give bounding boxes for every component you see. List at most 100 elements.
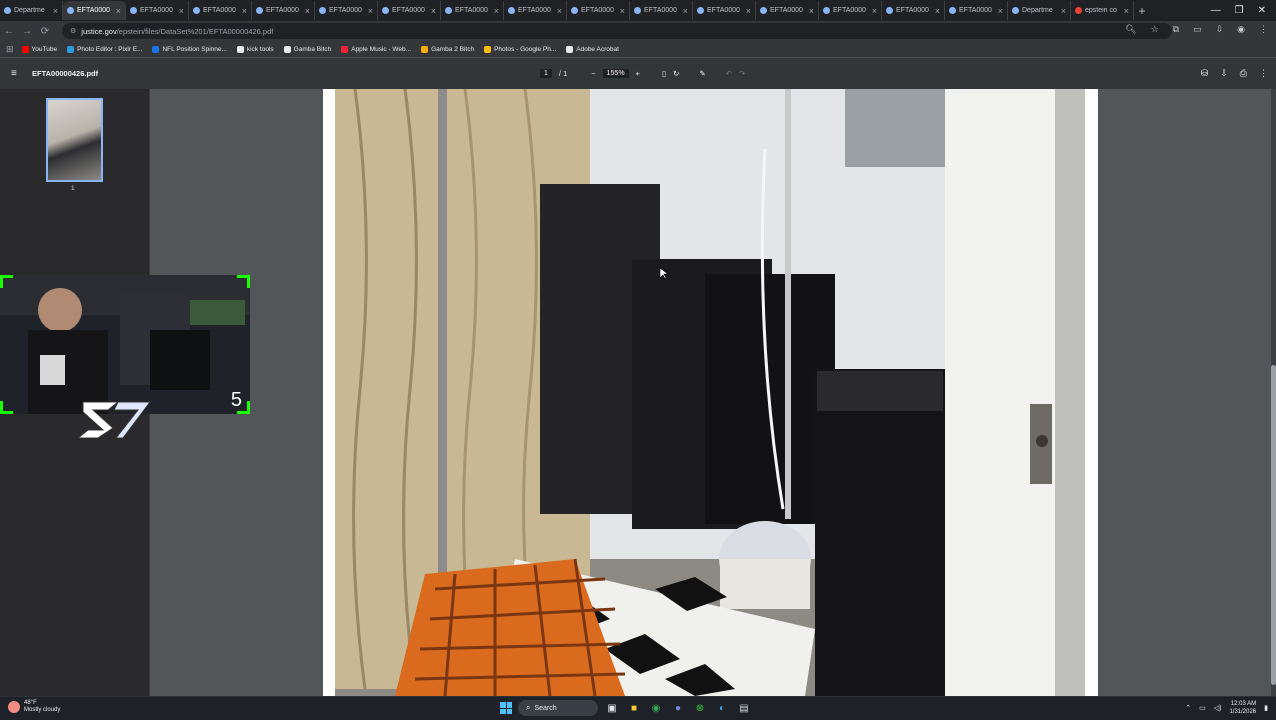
bookmark-item[interactable]: NFL Position Spinne... (152, 45, 227, 53)
tab-title: EFTA0000 (203, 7, 236, 14)
taskbar-search[interactable]: ⌕ Search (518, 700, 598, 716)
browser-tab[interactable]: EFTA0000 × (378, 1, 441, 20)
rotate-icon[interactable]: ↻ (673, 69, 679, 78)
tab-favicon-icon (823, 7, 830, 14)
browser-tab[interactable]: EFTA0000 × (126, 1, 189, 20)
more-menu-icon[interactable]: ⋮ (1259, 24, 1268, 35)
bookmark-item[interactable]: Gamba 2 Bitch (421, 45, 474, 53)
browser-tab[interactable]: EFTA0000 × (819, 1, 882, 20)
bookmark-item[interactable]: YouTube (21, 45, 57, 53)
apps-grid-icon[interactable]: ⊞ (6, 44, 14, 55)
edge-icon[interactable]: ◐ (714, 700, 730, 716)
discord-icon[interactable]: ● (670, 700, 686, 716)
tab-close-icon[interactable]: × (557, 6, 562, 16)
browser-tab[interactable]: EFTA0000 × (504, 1, 567, 20)
file-explorer-icon[interactable]: ■ (626, 700, 642, 716)
bookmark-item[interactable]: Photo Editor : Pixlr E... (67, 45, 142, 53)
browser-tab[interactable]: EFTA0000 × (252, 1, 315, 20)
reload-icon[interactable]: ⟳ (36, 26, 54, 37)
notepad-icon[interactable]: ▤ (736, 700, 752, 716)
weather-widget[interactable]: 48°F Mostly cloudy (8, 700, 60, 714)
zoom-out-icon[interactable]: − (591, 69, 595, 78)
page-number-input[interactable]: 1 (540, 69, 552, 78)
xbox-icon[interactable]: ⊗ (692, 700, 708, 716)
network-icon[interactable]: ▭ (1199, 704, 1206, 712)
browser-tab[interactable]: EFTA0000 × (315, 1, 378, 20)
maximize-button[interactable]: ❐ (1235, 5, 1244, 16)
clock[interactable]: 12:03 AM 1/31/2026 (1229, 700, 1256, 716)
tray-overflow-icon[interactable]: ⌃ (1185, 704, 1191, 712)
tab-close-icon[interactable]: × (1061, 6, 1066, 16)
address-bar[interactable]: ⚙ justice.gov/epstein/files/DataSet%201/… (62, 23, 1172, 39)
sidebar-menu-icon[interactable]: ≡ (11, 68, 17, 79)
browser-tab[interactable]: EFTA0000 × (945, 1, 1008, 20)
zoom-level-input[interactable]: 155% (602, 69, 629, 78)
bookmark-item[interactable]: Photos - Google Ph... (484, 45, 556, 53)
tab-close-icon[interactable]: × (53, 6, 58, 16)
browser-tab[interactable]: EFTA0000 × (630, 1, 693, 20)
tab-close-icon[interactable]: × (368, 6, 373, 16)
zoom-in-icon[interactable]: + (636, 69, 640, 78)
profile-icon[interactable]: ◉ (1237, 24, 1245, 35)
start-button[interactable] (500, 702, 512, 714)
notifications-icon[interactable]: ▮ (1264, 704, 1268, 712)
downloads-icon[interactable]: ⇩ (1216, 24, 1224, 35)
extensions-icon[interactable]: ⧉ (1173, 24, 1179, 35)
bookmark-item[interactable]: Apple Music - Web... (341, 45, 412, 53)
task-view-icon[interactable]: ▣ (604, 700, 620, 716)
tab-close-icon[interactable]: × (746, 6, 751, 16)
bookmark-item[interactable]: Gamba Bitch (283, 45, 331, 53)
tab-close-icon[interactable]: × (179, 6, 184, 16)
tab-close-icon[interactable]: × (935, 6, 940, 16)
redo-icon[interactable]: ↷ (739, 69, 745, 78)
chrome-icon[interactable]: ◉ (648, 700, 664, 716)
browser-tab[interactable]: Departme × (0, 1, 63, 20)
browser-tab[interactable]: EFTA0000 × (63, 1, 126, 20)
browser-tab[interactable]: epstein co × (1071, 1, 1134, 20)
new-tab-button[interactable]: + (1134, 4, 1150, 18)
browser-tab[interactable]: EFTA0000 × (189, 1, 252, 20)
undo-icon[interactable]: ↶ (726, 69, 732, 78)
browser-tab[interactable]: EFTA0000 × (882, 1, 945, 20)
tab-close-icon[interactable]: × (872, 6, 877, 16)
tab-close-icon[interactable]: × (116, 6, 121, 16)
browser-tab[interactable]: EFTA0000 × (693, 1, 756, 20)
viewer-scrollbar-thumb[interactable] (1271, 365, 1276, 685)
bookmark-item[interactable]: Adobe Acrobat (566, 45, 619, 53)
tab-close-icon[interactable]: × (305, 6, 310, 16)
save-drive-icon[interactable]: ⛁ (1201, 68, 1209, 79)
browser-tab[interactable]: EFTA0000 × (567, 1, 630, 20)
close-window-button[interactable]: ✕ (1258, 5, 1266, 16)
annotate-icon[interactable]: ✎ (699, 69, 705, 78)
zoom-icon[interactable]: 🔍︎ (1125, 24, 1136, 35)
tab-favicon-icon (1075, 7, 1082, 14)
bookmark-star-icon[interactable]: ☆ (1151, 24, 1159, 35)
fit-page-icon[interactable]: ▯ (662, 69, 666, 78)
tab-close-icon[interactable]: × (431, 6, 436, 16)
print-icon[interactable]: ⎙ (1240, 68, 1247, 79)
bookmark-item[interactable]: kick tools (236, 45, 274, 53)
minimize-button[interactable]: — (1211, 5, 1221, 16)
tab-close-icon[interactable]: × (683, 6, 688, 16)
tab-close-icon[interactable]: × (998, 6, 1003, 16)
bookmark-favicon-icon (236, 45, 244, 53)
cast-icon[interactable]: ▭ (1193, 24, 1202, 35)
tab-close-icon[interactable]: × (494, 6, 499, 16)
page-thumbnail[interactable] (46, 98, 103, 182)
bookmark-favicon-icon (152, 45, 160, 53)
site-info-icon[interactable]: ⚙ (70, 27, 76, 35)
back-icon[interactable]: ← (0, 26, 18, 37)
forward-icon[interactable]: → (18, 26, 36, 37)
tab-close-icon[interactable]: × (809, 6, 814, 16)
tab-close-icon[interactable]: × (1124, 6, 1129, 16)
bookmark-label: Apple Music - Web... (351, 45, 412, 53)
tab-close-icon[interactable]: × (620, 6, 625, 16)
browser-tab[interactable]: EFTA0000 × (756, 1, 819, 20)
download-icon[interactable]: ⇩ (1220, 68, 1228, 79)
volume-icon[interactable]: ◁) (1214, 704, 1222, 712)
browser-tab[interactable]: EFTA0000 × (441, 1, 504, 20)
tab-close-icon[interactable]: × (242, 6, 247, 16)
browser-tab[interactable]: Departme × (1008, 1, 1071, 20)
tab-title: EFTA0000 (833, 7, 866, 14)
pdf-more-icon[interactable]: ⋮ (1259, 68, 1268, 79)
